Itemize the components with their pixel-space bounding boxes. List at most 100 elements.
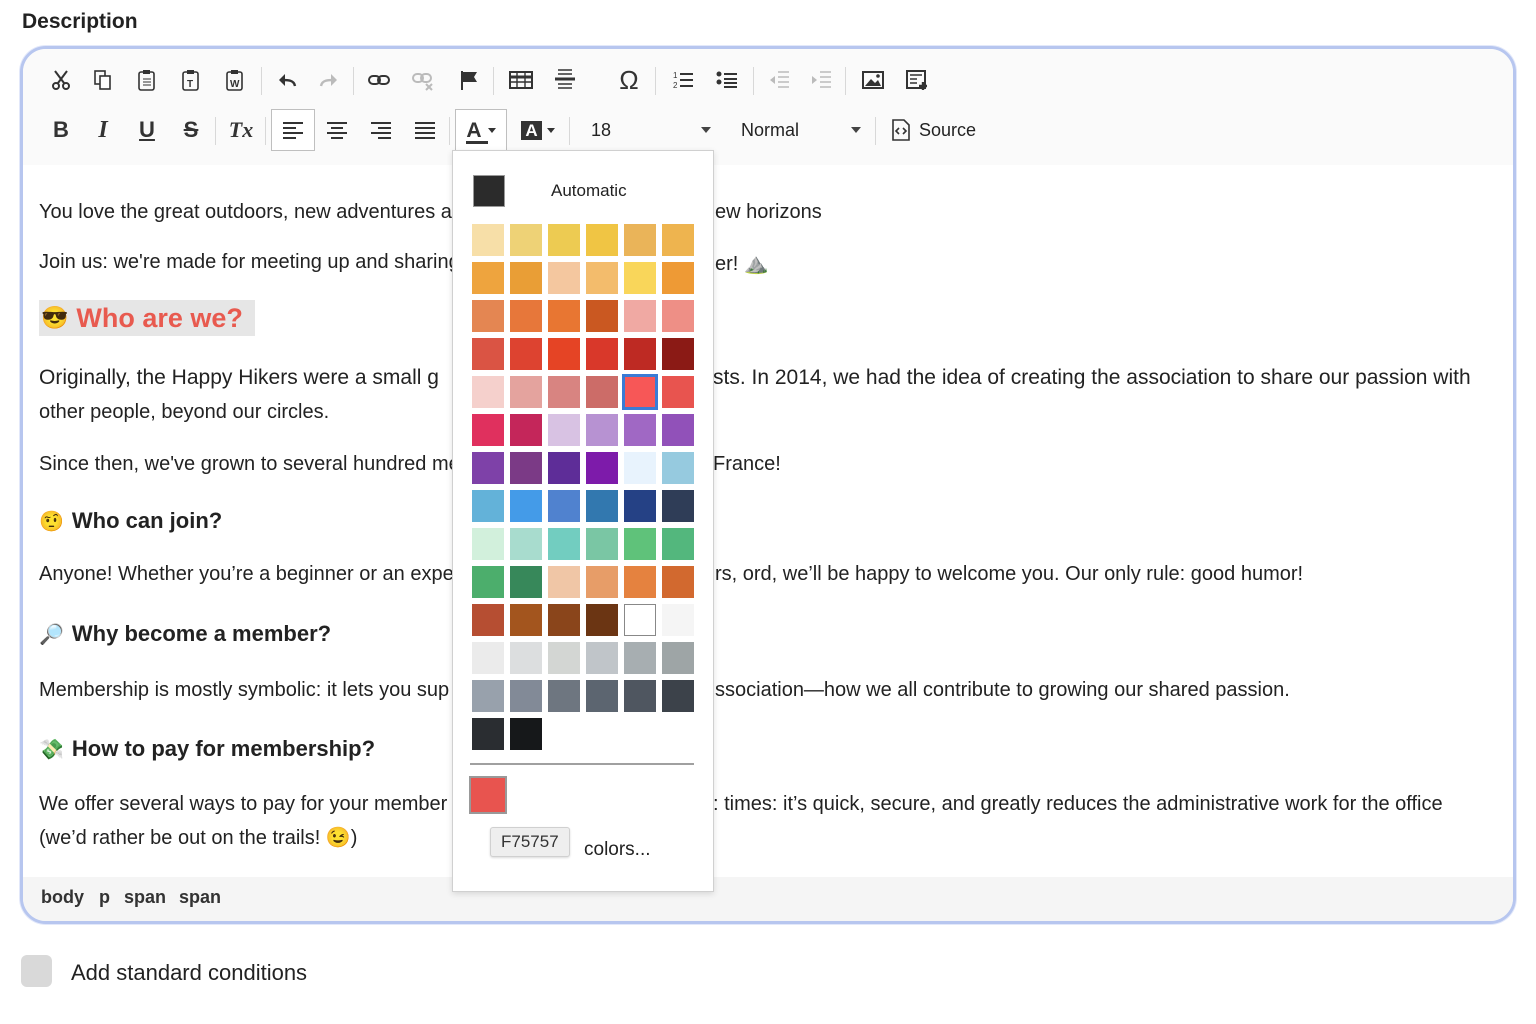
special-char-icon[interactable]: Ω: [611, 63, 647, 97]
color-swatch[interactable]: [510, 224, 542, 256]
align-right-button[interactable]: [363, 113, 399, 147]
color-swatch[interactable]: [662, 680, 694, 712]
cut-icon[interactable]: [43, 63, 79, 97]
color-swatch[interactable]: [586, 680, 618, 712]
color-swatch[interactable]: [586, 566, 618, 598]
remove-format-button[interactable]: Tx: [223, 113, 259, 147]
color-swatch[interactable]: [586, 452, 618, 484]
source-button[interactable]: Source: [891, 113, 991, 147]
color-swatch[interactable]: [548, 528, 580, 560]
redo-icon[interactable]: [311, 63, 347, 97]
color-swatch[interactable]: [662, 566, 694, 598]
color-swatch[interactable]: [586, 224, 618, 256]
format-select[interactable]: Normal: [741, 113, 861, 147]
color-swatch[interactable]: [510, 604, 542, 636]
rich-text-editor[interactable]: T W Ω 12 B I U S Tx A A 18 Normal Source…: [20, 46, 1516, 924]
color-swatch[interactable]: [548, 490, 580, 522]
color-swatch[interactable]: [586, 262, 618, 294]
unlink-icon[interactable]: [405, 63, 441, 97]
horizontal-rule-icon[interactable]: [547, 63, 583, 97]
color-swatch[interactable]: [624, 604, 656, 636]
color-swatch[interactable]: [510, 300, 542, 332]
color-swatch[interactable]: [624, 566, 656, 598]
background-color-button[interactable]: A: [515, 113, 561, 147]
color-swatch[interactable]: [510, 528, 542, 560]
path-item-span[interactable]: span: [179, 887, 221, 908]
color-swatch[interactable]: [586, 300, 618, 332]
color-swatch[interactable]: [662, 604, 694, 636]
anchor-flag-icon[interactable]: [451, 63, 487, 97]
color-swatch[interactable]: [472, 528, 504, 560]
color-swatch[interactable]: [662, 338, 694, 370]
path-item-span[interactable]: span: [124, 887, 166, 908]
strikethrough-button[interactable]: S: [173, 113, 209, 147]
color-swatch[interactable]: [510, 376, 542, 408]
automatic-color-label[interactable]: Automatic: [551, 181, 627, 201]
color-swatch[interactable]: [662, 262, 694, 294]
align-justify-button[interactable]: [407, 113, 443, 147]
color-swatch[interactable]: [472, 300, 504, 332]
color-swatch[interactable]: [472, 338, 504, 370]
paste-text-icon[interactable]: T: [173, 63, 209, 97]
insert-template-icon[interactable]: [899, 63, 935, 97]
bulleted-list-icon[interactable]: [709, 63, 745, 97]
image-icon[interactable]: [855, 63, 891, 97]
color-swatch[interactable]: [662, 376, 694, 408]
color-swatch[interactable]: [662, 490, 694, 522]
color-swatch[interactable]: [510, 338, 542, 370]
color-swatch[interactable]: [472, 414, 504, 446]
color-swatch[interactable]: [662, 224, 694, 256]
color-swatch[interactable]: [510, 718, 542, 750]
color-swatch[interactable]: [548, 452, 580, 484]
color-swatch[interactable]: [586, 414, 618, 446]
automatic-color-swatch[interactable]: [473, 175, 505, 207]
color-swatch[interactable]: [624, 300, 656, 332]
color-swatch[interactable]: [548, 338, 580, 370]
color-swatch[interactable]: [662, 300, 694, 332]
color-swatch[interactable]: [472, 262, 504, 294]
color-swatch[interactable]: [548, 300, 580, 332]
color-swatch[interactable]: [548, 642, 580, 674]
color-swatch[interactable]: [624, 414, 656, 446]
path-item-body[interactable]: body: [41, 887, 84, 908]
standard-conditions-checkbox[interactable]: [21, 955, 52, 987]
path-item-p[interactable]: p: [99, 887, 110, 908]
color-swatch[interactable]: [622, 374, 658, 410]
color-swatch[interactable]: [586, 604, 618, 636]
color-swatch[interactable]: [662, 528, 694, 560]
color-swatch[interactable]: [472, 376, 504, 408]
color-swatch[interactable]: [662, 452, 694, 484]
copy-icon[interactable]: [85, 63, 121, 97]
color-swatch[interactable]: [586, 490, 618, 522]
paste-icon[interactable]: [129, 63, 165, 97]
decrease-indent-icon[interactable]: [761, 63, 797, 97]
color-swatch[interactable]: [624, 528, 656, 560]
color-swatch[interactable]: [548, 414, 580, 446]
color-swatch[interactable]: [624, 224, 656, 256]
color-swatch[interactable]: [624, 642, 656, 674]
color-swatch[interactable]: [548, 224, 580, 256]
color-swatch[interactable]: [510, 452, 542, 484]
color-swatch[interactable]: [586, 528, 618, 560]
color-swatch[interactable]: [510, 262, 542, 294]
color-swatch[interactable]: [624, 452, 656, 484]
color-swatch[interactable]: [472, 680, 504, 712]
color-swatch[interactable]: [624, 680, 656, 712]
color-swatch[interactable]: [510, 680, 542, 712]
color-swatch[interactable]: [548, 376, 580, 408]
paste-word-icon[interactable]: W: [217, 63, 253, 97]
color-swatch[interactable]: [624, 338, 656, 370]
color-swatch[interactable]: [472, 566, 504, 598]
color-swatch[interactable]: [510, 566, 542, 598]
color-swatch[interactable]: [510, 414, 542, 446]
color-swatch[interactable]: [662, 414, 694, 446]
color-swatch[interactable]: [548, 566, 580, 598]
color-swatch[interactable]: [472, 642, 504, 674]
color-swatch[interactable]: [548, 604, 580, 636]
color-swatch[interactable]: [586, 338, 618, 370]
color-swatch[interactable]: [586, 642, 618, 674]
color-swatch[interactable]: [472, 224, 504, 256]
font-size-select[interactable]: 18: [591, 113, 711, 147]
increase-indent-icon[interactable]: [803, 63, 839, 97]
bold-button[interactable]: B: [43, 113, 79, 147]
